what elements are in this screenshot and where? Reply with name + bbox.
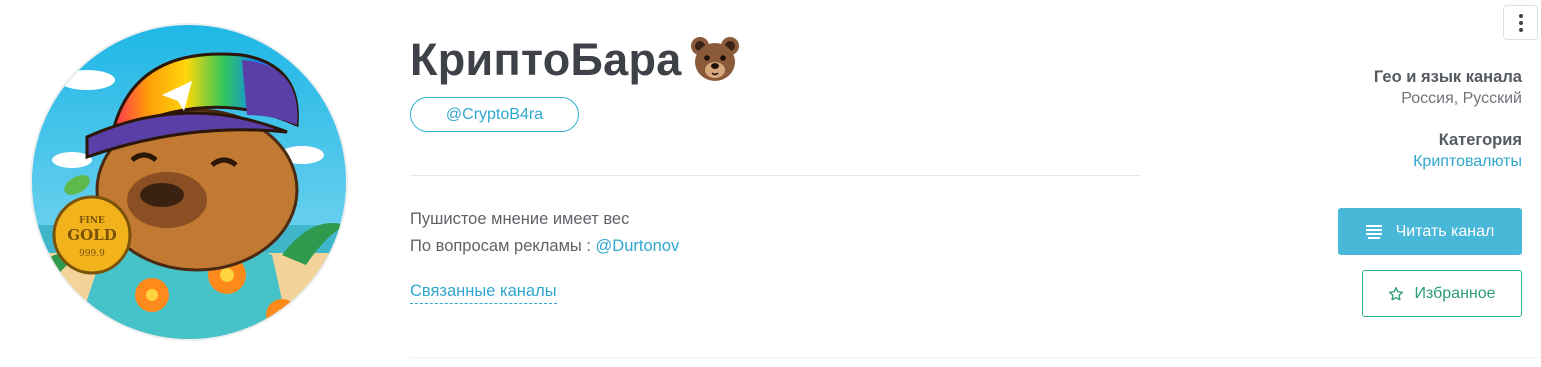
coin-text-fine: FINE bbox=[79, 216, 105, 226]
bottom-divider bbox=[410, 357, 1541, 358]
description-line-1: Пушистое мнение имеет вес bbox=[410, 210, 630, 228]
lines-icon bbox=[1365, 224, 1382, 239]
favorite-button[interactable]: Избранное bbox=[1362, 270, 1522, 317]
description-ad-prefix: По вопросам рекламы : bbox=[410, 237, 596, 255]
dot bbox=[1518, 20, 1523, 25]
channel-info-panel: Гео и язык канала Россия, Русский Катего… bbox=[1374, 66, 1522, 173]
title-row: КриптоБара bbox=[410, 32, 742, 88]
read-channel-label: Читать канал bbox=[1395, 222, 1495, 240]
channel-title: КриптоБара bbox=[410, 34, 682, 85]
description-line-2: По вопросам рекламы : @Durtonov bbox=[410, 233, 679, 260]
more-menu-button[interactable] bbox=[1503, 5, 1538, 40]
favorite-label: Избранное bbox=[1414, 284, 1496, 302]
coin-text-gold: GOLD bbox=[67, 226, 116, 244]
capybara-illustration: FINE GOLD 999.9 bbox=[32, 25, 346, 339]
divider bbox=[410, 175, 1141, 176]
category-link[interactable]: Криптовалюты bbox=[1374, 151, 1522, 173]
geo-value: Россия, Русский bbox=[1401, 90, 1522, 107]
channel-description: Пушистое мнение имеет вес По вопросам ре… bbox=[410, 206, 679, 260]
dot bbox=[1518, 27, 1523, 32]
ad-contact-link[interactable]: @Durtonov bbox=[596, 237, 680, 255]
related-channels-link[interactable]: Связанные каналы bbox=[410, 282, 557, 304]
coin-text-purity: 999.9 bbox=[79, 249, 105, 259]
channel-handle-button[interactable]: @CryptoB4ra bbox=[410, 97, 579, 132]
vertical-dots-icon bbox=[1518, 13, 1523, 18]
bear-face-icon bbox=[690, 37, 739, 81]
star-outline-icon bbox=[1389, 286, 1404, 300]
geo-label: Гео и язык канала bbox=[1373, 68, 1522, 86]
channel-avatar: FINE GOLD 999.9 bbox=[30, 23, 348, 341]
read-channel-button[interactable]: Читать канал bbox=[1338, 208, 1522, 255]
category-label: Категория bbox=[1438, 131, 1522, 149]
